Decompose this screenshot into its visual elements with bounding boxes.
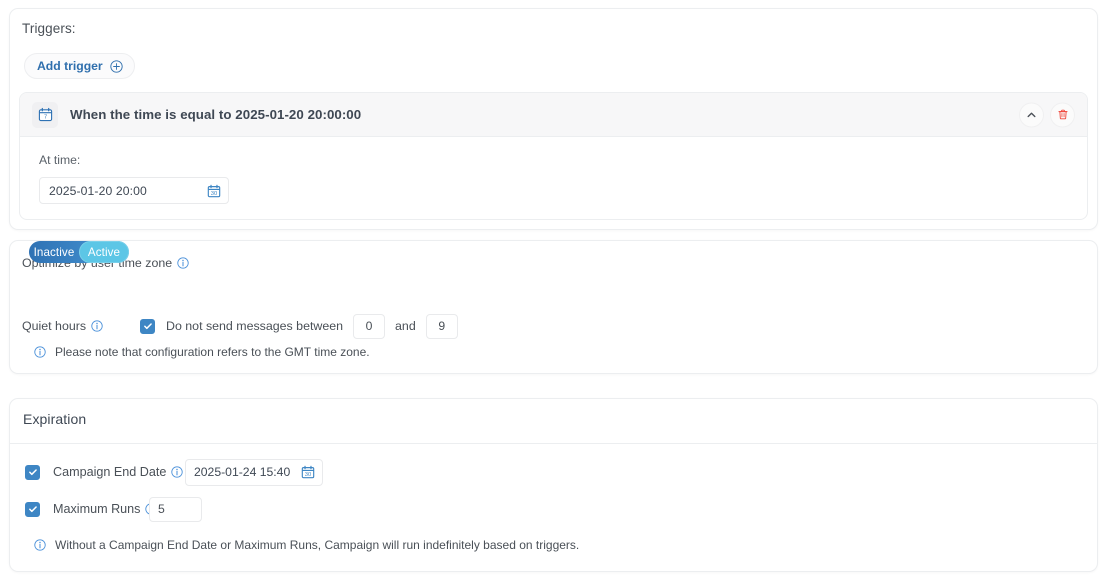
calendar-picker-icon[interactable]: 30 [207, 184, 221, 198]
check-icon [28, 506, 37, 513]
calendar-picker-icon[interactable]: 30 [301, 465, 315, 479]
quiet-hours-from-input[interactable]: 0 [353, 313, 386, 339]
toggle-option-active[interactable]: Active [79, 241, 129, 263]
campaign-end-date-checkbox[interactable] [25, 464, 40, 480]
at-time-input[interactable]: 2025-01-20 20:00 30 [39, 177, 229, 204]
expiration-note-text: Without a Campaign End Date or Maximum R… [55, 538, 580, 552]
gmt-note: Please note that configuration refers to… [34, 345, 370, 359]
plus-circle-icon [110, 59, 123, 73]
campaign-end-date-row: Campaign End Date 2025-01-24 15:40 30 [25, 458, 323, 486]
svg-text:30: 30 [305, 472, 311, 478]
gmt-note-text: Please note that configuration refers to… [55, 345, 370, 359]
quiet-hours-text: Quiet hours [22, 319, 87, 333]
info-icon[interactable] [177, 257, 189, 269]
maximum-runs-text: Maximum Runs [53, 502, 141, 516]
expiration-title: Expiration [23, 411, 87, 427]
campaign-end-date-value: 2025-01-24 15:40 [194, 465, 291, 479]
collapse-trigger-button[interactable] [1019, 102, 1044, 127]
campaign-end-date-input[interactable]: 2025-01-24 15:40 30 [185, 458, 323, 486]
quiet-hours-description: Do not send messages between [166, 319, 344, 333]
quiet-hours-row: Quiet hours Do not send messages between… [22, 313, 458, 339]
expiration-divider [10, 443, 1097, 444]
check-icon [28, 469, 37, 476]
info-icon[interactable] [91, 320, 103, 332]
trigger-body: At time: 2025-01-20 20:00 30 [20, 137, 1087, 204]
campaign-end-date-label: Campaign End Date [53, 465, 184, 479]
add-trigger-button[interactable]: Add trigger [24, 53, 135, 79]
info-icon [34, 539, 46, 551]
calendar-icon: 7 [32, 101, 58, 128]
at-time-value: 2025-01-20 20:00 [49, 183, 147, 198]
add-trigger-label: Add trigger [37, 59, 103, 73]
trigger-header[interactable]: 7 When the time is equal to 2025-01-20 2… [20, 93, 1087, 137]
svg-text:7: 7 [43, 115, 46, 121]
triggers-label: Triggers: [22, 21, 76, 36]
svg-text:30: 30 [211, 191, 217, 197]
trash-icon [1057, 109, 1068, 120]
chevron-up-icon [1027, 112, 1036, 117]
triggers-card: Triggers: Add trigger 7 When the time is… [9, 8, 1098, 230]
at-time-label: At time: [39, 153, 81, 167]
optimize-card: Optimize by user time zone Inactive Acti… [9, 240, 1098, 374]
campaign-scheduling-page: Triggers: Add trigger 7 When the time is… [0, 0, 1107, 579]
optimize-timezone-toggle[interactable]: Inactive Active [29, 241, 129, 263]
quiet-hours-checkbox[interactable] [140, 318, 155, 334]
quiet-hours-conjunction: and [395, 319, 416, 333]
trigger-item: 7 When the time is equal to 2025-01-20 2… [19, 92, 1088, 220]
delete-trigger-button[interactable] [1050, 102, 1075, 127]
toggle-option-inactive[interactable]: Inactive [29, 241, 79, 263]
check-icon [143, 323, 152, 330]
expiration-note: Without a Campaign End Date or Maximum R… [34, 538, 579, 552]
maximum-runs-checkbox[interactable] [25, 501, 40, 517]
info-icon [34, 346, 46, 358]
quiet-hours-label: Quiet hours [22, 319, 140, 333]
maximum-runs-row: Maximum Runs 5 [25, 496, 202, 522]
quiet-hours-to-input[interactable]: 9 [425, 313, 458, 339]
expiration-card: Expiration Campaign End Date 2025-01-24 … [9, 398, 1098, 572]
trigger-actions [1019, 102, 1075, 127]
maximum-runs-label: Maximum Runs [53, 502, 158, 516]
info-icon[interactable] [171, 466, 184, 478]
trigger-title: When the time is equal to 2025-01-20 20:… [70, 107, 362, 122]
maximum-runs-input[interactable]: 5 [149, 496, 202, 522]
campaign-end-date-text: Campaign End Date [53, 465, 167, 479]
